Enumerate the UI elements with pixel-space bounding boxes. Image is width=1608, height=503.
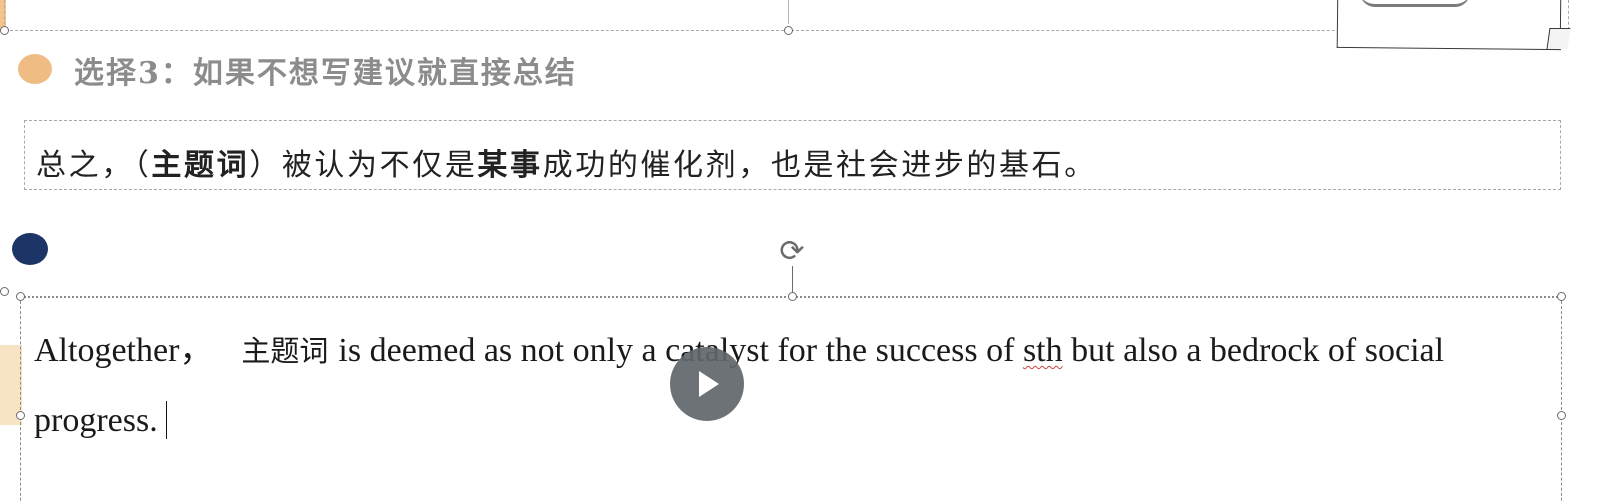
text-box-handle-top[interactable] [788,292,797,301]
side-shape-handle[interactable] [0,287,9,296]
top-shape-handle-bl[interactable] [0,26,9,35]
spellcheck-word[interactable]: sth [1023,332,1063,369]
text-box-handle-tr[interactable] [1557,292,1566,301]
top-shape-center-guide [788,0,789,24]
en-cn-keyword: 主题词 [241,334,329,368]
rotate-handle-icon[interactable]: ⟳ [776,236,808,268]
top-shape-frame-right [1568,0,1569,30]
text-caret [165,401,167,439]
note-scribble [1360,0,1470,7]
english-template-text[interactable]: Altogether， 主题词 is deemed as not only a ca… [34,316,1549,456]
cn-sth: 某事 [477,148,543,183]
cn-part-1: 总之，（ [36,148,152,183]
cn-keyword: 主题词 [151,148,250,183]
note-fold-corner [1546,28,1571,49]
en-part-1: Altogether， [34,332,214,369]
play-icon [699,371,719,397]
text-box-handle-tl[interactable] [16,292,25,301]
cn-part-3: 成功的催化剂，也是社会进步的基石。 [542,148,1097,183]
navy-bullet-icon [12,233,48,265]
video-play-button[interactable] [670,347,744,421]
chinese-template-text[interactable]: 总之，（主题词）被认为不仅是某事成功的催化剂，也是社会进步的基石。 [36,140,1097,184]
heading-choice-3[interactable]: 选择3：如果不想写建议就直接总结 [74,48,577,92]
text-box-handle-right[interactable] [1557,411,1566,420]
rotate-handle-stem [792,266,793,294]
slide-canvas[interactable]: 选择3：如果不想写建议就直接总结 总之，（主题词）被认为不仅是某事成功的催化剂，… [0,0,1608,503]
orange-bullet-icon [18,54,52,84]
text-box-handle-left[interactable] [16,411,25,420]
cn-part-2: ）被认为不仅是 [249,148,478,183]
note-shape[interactable] [1336,0,1562,51]
top-shape-handle-bottom[interactable] [784,26,793,35]
